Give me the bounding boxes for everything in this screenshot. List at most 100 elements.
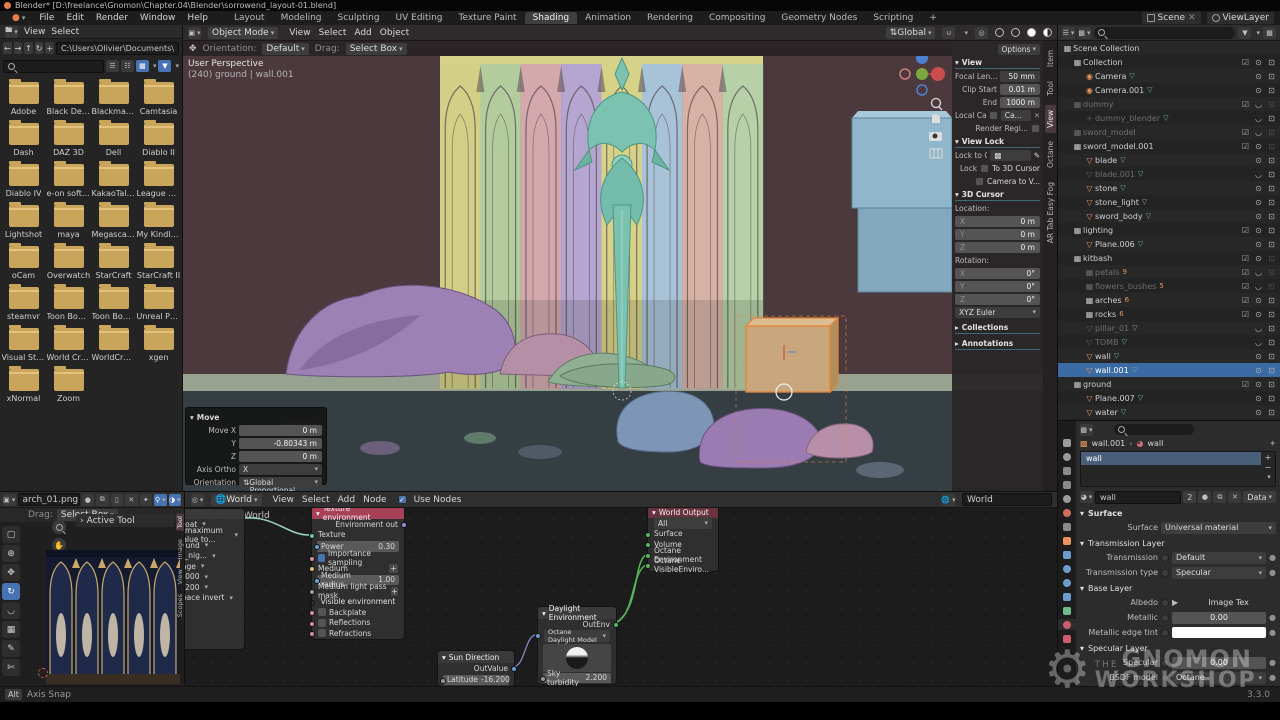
node-row[interactable]: Importance sampling + bbox=[312, 553, 404, 564]
outliner-row[interactable]: rocks ▽ 6 bbox=[1058, 307, 1280, 321]
outliner-row[interactable]: Collection ▽ bbox=[1058, 55, 1280, 69]
node-row[interactable]: Visible environment + bbox=[312, 597, 404, 608]
outliner-item-icon[interactable] bbox=[1084, 156, 1095, 165]
folder-item[interactable]: Overwatch bbox=[46, 243, 91, 280]
outliner-item-icon[interactable] bbox=[1084, 324, 1095, 333]
outliner-row[interactable]: lighting ▽ bbox=[1058, 223, 1280, 237]
hide-eye-toggle[interactable] bbox=[1252, 268, 1265, 277]
constraints-tab[interactable] bbox=[1061, 591, 1073, 602]
outliner-item-icon[interactable] bbox=[1084, 240, 1095, 249]
outliner-item-icon[interactable] bbox=[1084, 282, 1095, 291]
outliner-item-icon[interactable] bbox=[1072, 58, 1083, 67]
render-visibility-toggle[interactable] bbox=[1265, 282, 1278, 291]
transmission-dropdown[interactable]: Default▾ bbox=[1172, 552, 1266, 564]
folder-item[interactable]: Toon Boom ... bbox=[46, 284, 91, 321]
hide-eye-toggle[interactable] bbox=[1252, 408, 1265, 417]
menubar-menu[interactable]: Window bbox=[134, 13, 182, 23]
shading-rendered-toggle[interactable] bbox=[1043, 28, 1052, 37]
file-search-input[interactable] bbox=[3, 60, 104, 73]
active-tool-panel[interactable]: ›Active Tool bbox=[76, 514, 174, 527]
workspace-tab[interactable]: Rendering bbox=[639, 12, 701, 24]
unlink-button[interactable]: ✕ bbox=[1228, 491, 1241, 503]
socket-dot[interactable] bbox=[1161, 674, 1169, 682]
display-options-caret[interactable]: ▾ bbox=[153, 62, 157, 70]
hide-eye-toggle[interactable] bbox=[1252, 338, 1265, 347]
cursor-location-field[interactable]: X0 m bbox=[955, 216, 1040, 227]
folder-item[interactable]: StarCraft II bbox=[136, 243, 181, 280]
hide-eye-toggle[interactable] bbox=[1252, 128, 1265, 137]
tool-tab[interactable] bbox=[1061, 437, 1073, 448]
remove-slot-button[interactable]: − bbox=[1265, 463, 1272, 472]
folder-item[interactable]: Camtasia bbox=[136, 79, 181, 116]
outliner-item-icon[interactable] bbox=[1072, 100, 1083, 109]
folder-item[interactable]: Diablo II bbox=[136, 120, 181, 157]
focal-length-field[interactable]: 50 mm bbox=[1000, 71, 1040, 82]
collection-checkbox[interactable] bbox=[1239, 226, 1252, 235]
render-visibility-toggle[interactable] bbox=[1265, 366, 1278, 375]
outliner-row[interactable]: dummy_blender ▽ bbox=[1058, 111, 1280, 125]
viewport-menu[interactable]: Select bbox=[315, 28, 351, 38]
hide-eye-toggle[interactable] bbox=[1252, 142, 1265, 151]
collection-checkbox[interactable] bbox=[1239, 296, 1252, 305]
daylight-model-dropdown[interactable]: Octane Daylight Model▾ bbox=[544, 630, 610, 642]
viewlayer-selector[interactable]: ViewLayer bbox=[1207, 12, 1274, 24]
unlink-image-button[interactable]: ✕ bbox=[125, 494, 138, 506]
shading-wireframe-toggle[interactable] bbox=[995, 28, 1004, 37]
clip-start-field[interactable]: 0.01 m bbox=[1000, 84, 1040, 95]
outliner-row[interactable]: arches ▽ 6 bbox=[1058, 293, 1280, 307]
transmission-dropdown[interactable]: Specular▾ bbox=[1172, 567, 1266, 579]
editor-type-button[interactable]: 🖿▾ bbox=[5, 26, 18, 38]
render-visibility-toggle[interactable] bbox=[1265, 240, 1278, 249]
filter-options-caret[interactable]: ▾ bbox=[175, 62, 179, 70]
input-socket[interactable] bbox=[309, 556, 315, 562]
folder-item[interactable]: Dell bbox=[91, 120, 136, 157]
outliner-row[interactable]: petals ▽ 9 bbox=[1058, 265, 1280, 279]
folder-item[interactable]: Megascans L... bbox=[91, 202, 136, 239]
input-socket[interactable] bbox=[309, 589, 315, 595]
surface-panel-header[interactable]: Surface bbox=[1088, 509, 1122, 518]
scene-tab[interactable] bbox=[1061, 493, 1073, 504]
folder-item[interactable]: DAZ 3D bbox=[46, 120, 91, 157]
scale-tool[interactable]: ◡ bbox=[2, 602, 20, 619]
node-row[interactable]: il._nig...▾ bbox=[184, 551, 244, 562]
transform-tool[interactable]: ▦ bbox=[2, 621, 20, 638]
outliner-row[interactable]: sword_body ▽ bbox=[1058, 209, 1280, 223]
hide-eye-toggle[interactable] bbox=[1252, 380, 1265, 389]
render-visibility-toggle[interactable] bbox=[1265, 58, 1278, 67]
annotations-panel-header[interactable]: Annotations bbox=[962, 339, 1013, 348]
node-row[interactable]: round▾ bbox=[184, 540, 244, 551]
input-socket[interactable] bbox=[309, 621, 315, 627]
outliner-row[interactable]: Scene Collection ▽ bbox=[1058, 41, 1280, 55]
sun-direction-node[interactable]: ▾Sun Direction OutValue Latitude-16.200 bbox=[437, 650, 515, 686]
move-value-field[interactable]: 0 m bbox=[239, 451, 322, 462]
forward-button[interactable]: → bbox=[14, 42, 23, 54]
new-folder-button[interactable]: + bbox=[45, 42, 54, 54]
workspace-tab[interactable]: Shading bbox=[525, 12, 578, 24]
collection-checkbox[interactable] bbox=[1239, 282, 1252, 291]
folder-item[interactable]: WorldCreator bbox=[91, 325, 136, 362]
outliner-item-icon[interactable] bbox=[1072, 254, 1083, 263]
render-visibility-toggle[interactable] bbox=[1265, 72, 1278, 81]
viewport-menu[interactable]: Add bbox=[350, 28, 375, 38]
collection-checkbox[interactable] bbox=[1239, 100, 1252, 109]
outliner-row[interactable]: TOMB ▽ bbox=[1058, 335, 1280, 349]
input-socket[interactable] bbox=[309, 600, 315, 606]
hide-eye-toggle[interactable] bbox=[1252, 282, 1265, 291]
output-target-dropdown[interactable]: All▾ bbox=[654, 517, 712, 529]
outliner-item-icon[interactable] bbox=[1062, 44, 1073, 53]
render-visibility-toggle[interactable] bbox=[1265, 352, 1278, 361]
refresh-button[interactable]: ↻ bbox=[35, 42, 44, 54]
workspace-tab[interactable]: Texture Paint bbox=[451, 12, 525, 24]
object-tab[interactable] bbox=[1061, 535, 1073, 546]
sidebar-tab[interactable]: Image bbox=[176, 537, 184, 561]
select-box-tool[interactable]: ▢ bbox=[2, 526, 20, 543]
sample-tool[interactable]: ✄ bbox=[2, 659, 20, 676]
outliner-item-icon[interactable] bbox=[1072, 226, 1083, 235]
outliner-row[interactable]: ground ▽ bbox=[1058, 377, 1280, 391]
folder-item[interactable]: Adobe bbox=[1, 79, 46, 116]
folder-item[interactable]: Diablo IV bbox=[1, 161, 46, 198]
rotate-tool[interactable]: ↻ bbox=[2, 583, 20, 600]
specular-panel-header[interactable]: Specular Layer bbox=[1088, 644, 1148, 653]
output-tab[interactable] bbox=[1061, 465, 1073, 476]
folder-item[interactable]: Blackmagic ... bbox=[91, 79, 136, 116]
